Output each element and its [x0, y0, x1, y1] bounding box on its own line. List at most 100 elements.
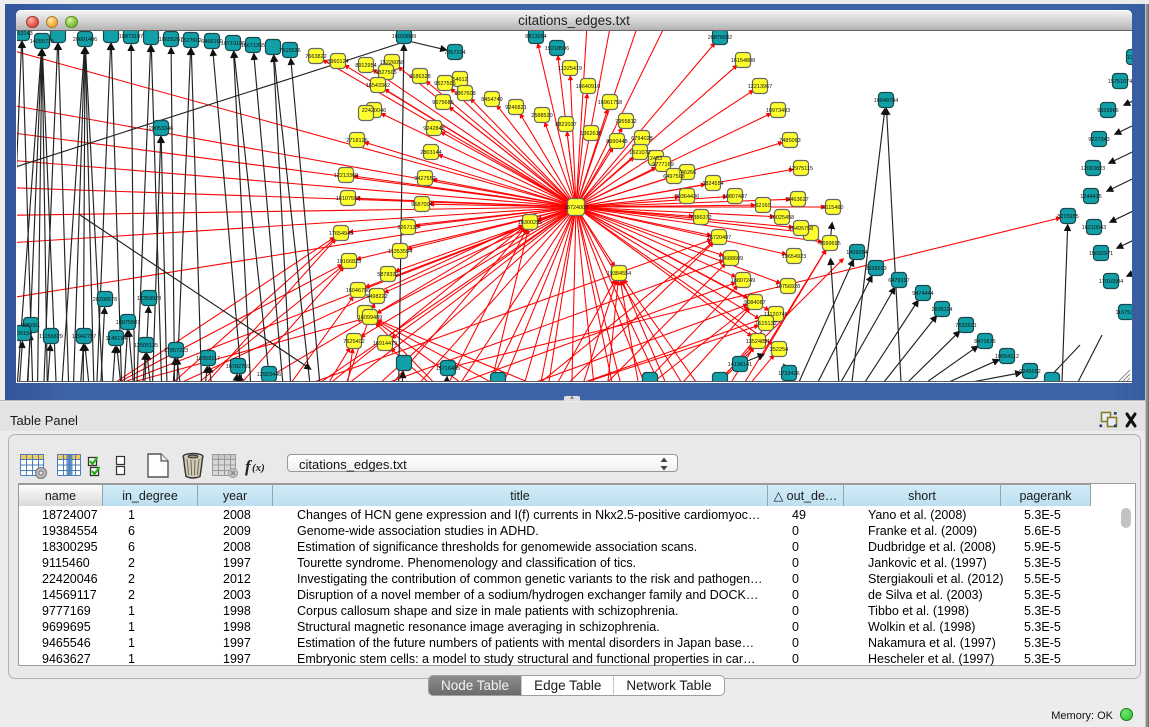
svg-text:7386372: 7386372: [690, 215, 711, 221]
svg-text:9329966: 9329966: [1097, 108, 1118, 114]
svg-text:9245652: 9245652: [1019, 369, 1040, 375]
svg-text:9699695: 9699695: [819, 241, 840, 247]
svg-text:15716485: 15716485: [436, 366, 460, 372]
svg-text:19384554: 19384554: [607, 271, 631, 277]
svg-text:10973493: 10973493: [766, 108, 790, 114]
svg-text:11325419: 11325419: [558, 66, 582, 72]
svg-text:20876682: 20876682: [708, 35, 732, 41]
svg-text:7515526: 7515526: [279, 48, 300, 54]
svg-text:939154: 939154: [17, 331, 32, 337]
svg-text:9474444: 9474444: [912, 291, 933, 297]
svg-text:15720407: 15720407: [707, 235, 731, 241]
svg-text:16107552: 16107552: [336, 196, 360, 202]
svg-text:16154808: 16154808: [731, 58, 755, 64]
svg-text:20206578: 20206578: [93, 297, 117, 303]
svg-text:12975115: 12975115: [789, 166, 813, 172]
svg-text:2588520: 2588520: [531, 113, 552, 119]
svg-text:18724007: 18724007: [564, 205, 588, 211]
svg-text:14055715: 14055715: [30, 39, 54, 45]
svg-text:1733426: 1733426: [778, 371, 799, 377]
svg-text:8186328: 8186328: [409, 74, 430, 80]
svg-text:9115460: 9115460: [822, 205, 843, 211]
svg-text:10873197: 10873197: [119, 34, 143, 40]
svg-text:9687004: 9687004: [411, 202, 432, 208]
svg-text:19654923: 19654923: [782, 254, 806, 260]
svg-text:2867608: 2867608: [454, 91, 475, 97]
svg-text:1167530: 1167530: [1115, 310, 1132, 316]
svg-text:10688609: 10688609: [719, 256, 743, 262]
svg-text:1615132: 1615132: [755, 321, 776, 327]
svg-text:12093823: 12093823: [1081, 166, 1105, 172]
svg-text:62160: 62160: [755, 203, 770, 209]
svg-text:8990448: 8990448: [606, 139, 627, 145]
svg-text:16210643: 16210643: [1082, 225, 1106, 231]
svg-text:16495758: 16495758: [789, 226, 813, 232]
svg-text:11353594: 11353594: [388, 249, 412, 255]
svg-text:7485063: 7485063: [779, 138, 800, 144]
svg-text:3267130: 3267130: [397, 225, 418, 231]
svg-text:9084067: 9084067: [744, 300, 765, 306]
svg-text:9246821: 9246821: [505, 105, 526, 111]
svg-text:6497568: 6497568: [663, 174, 684, 180]
svg-text:2053143: 2053143: [17, 31, 33, 37]
svg-text:16671355: 16671355: [241, 43, 265, 49]
svg-text:252254: 252254: [770, 347, 788, 353]
svg-text:15692971: 15692971: [1089, 251, 1113, 257]
svg-text:2935114: 2935114: [931, 307, 952, 313]
svg-text:1362615: 1362615: [580, 131, 601, 137]
svg-text:10025458: 10025458: [770, 215, 794, 221]
svg-text:9675685: 9675685: [432, 100, 453, 106]
svg-text:17957223: 17957223: [164, 348, 188, 354]
svg-text:16543362: 16543362: [366, 83, 390, 89]
svg-text:9777169: 9777169: [652, 162, 673, 168]
svg-text:10958117: 10958117: [196, 356, 220, 362]
svg-text:7632621: 7632621: [955, 323, 976, 329]
svg-text:9227343: 9227343: [1088, 137, 1109, 143]
svg-text:10807487: 10807487: [723, 194, 747, 200]
svg-text:17654945: 17654945: [329, 231, 353, 237]
svg-text:8813054: 8813054: [525, 34, 546, 40]
svg-text:7663822: 7663822: [305, 54, 326, 60]
svg-text:54612: 54612: [452, 77, 467, 83]
svg-text:6794028: 6794028: [631, 136, 652, 142]
svg-text:16648784: 16648784: [874, 98, 898, 104]
svg-text:11123: 11123: [1127, 55, 1132, 61]
svg-text:12942757: 12942757: [72, 334, 96, 340]
svg-text:6479197: 6479197: [888, 278, 909, 284]
svg-text:12505135: 12505135: [134, 343, 158, 349]
svg-text:19218506: 19218506: [545, 46, 569, 52]
svg-text:16782759: 16782759: [226, 364, 250, 370]
svg-text:1409354: 1409354: [846, 250, 867, 256]
svg-text:20364436: 20364436: [675, 194, 699, 200]
svg-text:16033809: 16033809: [392, 34, 416, 40]
svg-text:18300295: 18300295: [518, 220, 542, 226]
svg-text:9242848: 9242848: [423, 126, 444, 132]
svg-text:20053346: 20053346: [149, 126, 173, 132]
svg-text:22420046: 22420046: [362, 108, 386, 114]
svg-text:8454749: 8454749: [481, 97, 502, 103]
svg-text:17359928: 17359928: [137, 296, 161, 302]
svg-text:19166825: 19166825: [337, 259, 361, 265]
svg-text:16914479: 16914479: [373, 341, 397, 347]
svg-text:1527602: 1527602: [180, 38, 201, 44]
svg-text:12213967: 12213967: [748, 84, 772, 90]
svg-text:15226058: 15226058: [380, 60, 404, 66]
svg-text:7955812: 7955812: [615, 119, 636, 125]
svg-text:6466160: 6466160: [201, 39, 222, 45]
svg-text:9827505: 9827505: [375, 70, 396, 76]
svg-text:13524851: 13524851: [746, 339, 770, 345]
svg-text:8938923: 8938923: [865, 266, 886, 272]
svg-text:8912954: 8912954: [355, 63, 376, 69]
svg-text:7625402: 7625402: [343, 339, 364, 345]
svg-text:5498222: 5498222: [366, 294, 387, 300]
svg-text:17016504: 17016504: [1099, 279, 1123, 285]
svg-text:(x): (x): [252, 462, 265, 474]
svg-text:18640910: 18640910: [576, 84, 600, 90]
svg-text:16961758: 16961758: [598, 100, 622, 106]
svg-text:5878332: 5878332: [377, 272, 398, 278]
svg-text:835001: 835001: [22, 323, 40, 329]
svg-text:11120746: 11120746: [764, 312, 788, 318]
svg-text:10756928: 10756928: [776, 284, 800, 290]
svg-text:18807249: 18807249: [731, 278, 755, 284]
svg-text:2803144: 2803144: [420, 150, 441, 156]
